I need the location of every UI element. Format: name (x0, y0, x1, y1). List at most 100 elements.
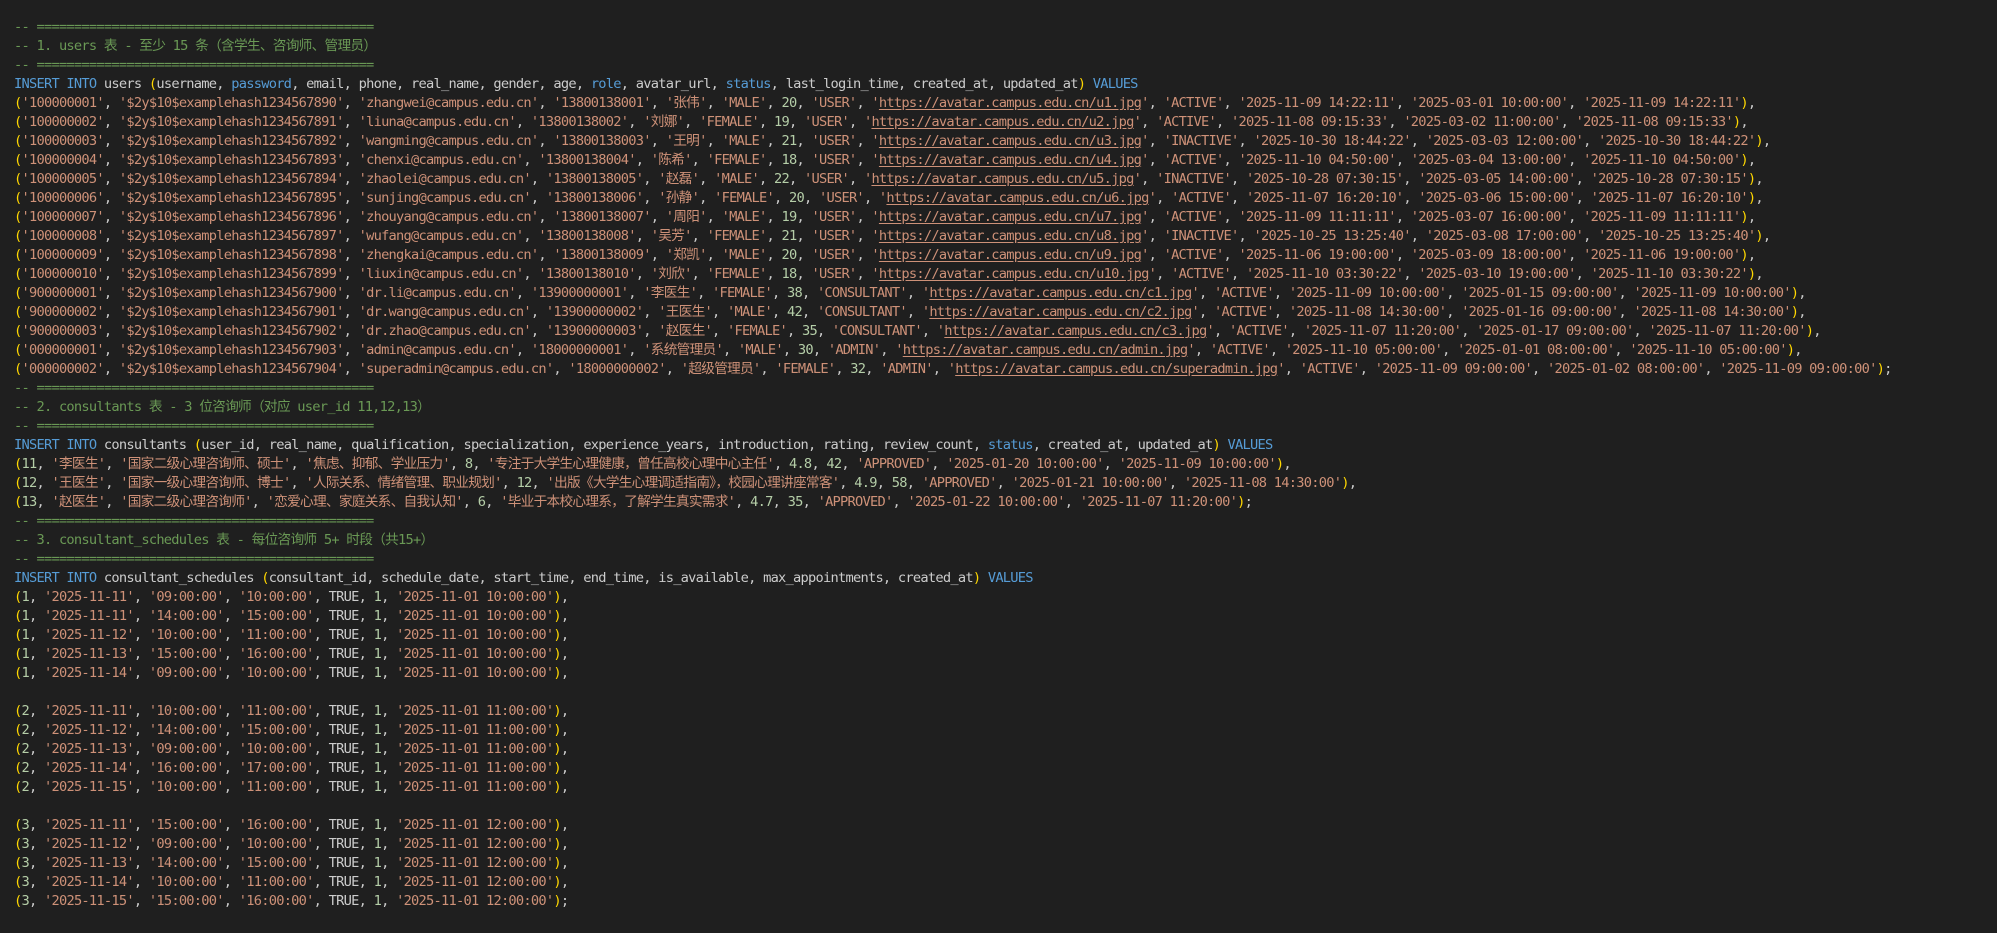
code-line[interactable]: ('000000002', '$2y$10$examplehash1234567… (14, 360, 1989, 379)
code-line[interactable]: (1, '2025-11-11', '09:00:00', '10:00:00'… (14, 588, 1989, 607)
code-line[interactable]: (3, '2025-11-13', '14:00:00', '15:00:00'… (14, 854, 1989, 873)
code-line[interactable]: ('100000006', '$2y$10$examplehash1234567… (14, 189, 1989, 208)
code-line[interactable]: ('000000001', '$2y$10$examplehash1234567… (14, 341, 1989, 360)
code-line[interactable]: (1, '2025-11-12', '10:00:00', '11:00:00'… (14, 626, 1989, 645)
code-token: , (538, 133, 554, 149)
code-token: '出版《大学生心理调适指南》，校园心理讲座常客' (546, 475, 841, 491)
code-line[interactable]: INSERT INTO consultant_schedules (consul… (14, 569, 1989, 588)
code-token: , (1223, 95, 1239, 111)
code-token: 'CONSULTANT' (816, 285, 908, 301)
code-token: , (530, 323, 546, 339)
code-line[interactable]: ('100000004', '$2y$10$examplehash1234567… (14, 151, 1989, 170)
code-link[interactable]: https://avatar.campus.edu.cn/admin.jpg (903, 342, 1188, 358)
code-line[interactable]: (1, '2025-11-14', '09:00:00', '10:00:00'… (14, 664, 1989, 683)
code-token: , (223, 589, 239, 605)
code-line[interactable]: -- 2. consultants 表 - 3 位咨询师（对应 user_id … (14, 398, 1989, 417)
code-line[interactable]: (3, '2025-11-14', '10:00:00', '11:00:00'… (14, 873, 1989, 892)
code-token: '王医生' (51, 475, 106, 491)
code-line[interactable]: -- =====================================… (14, 512, 1989, 531)
code-line[interactable]: ('100000007', '$2y$10$examplehash1234567… (14, 208, 1989, 227)
code-token: '2025-11-08 14:30:00' (1288, 304, 1447, 320)
code-line[interactable]: INSERT INTO users (username, password, e… (14, 75, 1989, 94)
code-line[interactable]: ('100000010', '$2y$10$examplehash1234567… (14, 265, 1989, 284)
code-line[interactable]: ('100000005', '$2y$10$examplehash1234567… (14, 170, 1989, 189)
code-token: 'MALE' (714, 171, 760, 187)
code-token: , (553, 361, 569, 377)
code-line[interactable]: (2, '2025-11-13', '09:00:00', '10:00:00'… (14, 740, 1989, 759)
code-link[interactable]: https://avatar.campus.edu.cn/u1.jpg (879, 95, 1142, 111)
code-token: ; (560, 893, 569, 909)
code-line[interactable]: (1, '2025-11-11', '14:00:00', '15:00:00'… (14, 607, 1989, 626)
code-link[interactable]: https://avatar.campus.edu.cn/u2.jpg (871, 114, 1134, 130)
code-token: , (1618, 304, 1634, 320)
code-line[interactable]: -- =====================================… (14, 56, 1989, 75)
code-line[interactable]: (2, '2025-11-12', '14:00:00', '15:00:00'… (14, 721, 1989, 740)
code-token: ( (14, 114, 22, 130)
code-line[interactable]: -- =====================================… (14, 379, 1989, 398)
code-line[interactable]: (2, '2025-11-15', '10:00:00', '11:00:00'… (14, 778, 1989, 797)
code-token: ) (1341, 475, 1349, 491)
code-token: , (1747, 95, 1756, 111)
code-line[interactable]: (3, '2025-11-15', '15:00:00', '16:00:00'… (14, 892, 1989, 911)
code-line[interactable]: -- =====================================… (14, 18, 1989, 37)
code-line[interactable]: ('100000001', '$2y$10$examplehash1234567… (14, 94, 1989, 113)
code-line[interactable]: (3, '2025-11-11', '15:00:00', '16:00:00'… (14, 816, 1989, 835)
code-line[interactable]: ('100000003', '$2y$10$examplehash1234567… (14, 132, 1989, 151)
code-token: ( (14, 722, 22, 738)
code-token: , (29, 779, 44, 795)
code-token: , (485, 494, 501, 510)
code-line[interactable]: INSERT INTO consultants (user_id, real_n… (14, 436, 1989, 455)
code-line[interactable]: (3, '2025-11-12', '09:00:00', '10:00:00'… (14, 835, 1989, 854)
code-line[interactable]: ('900000002', '$2y$10$examplehash1234567… (14, 303, 1989, 322)
code-line[interactable]: ​ (14, 683, 1989, 702)
code-token: 2 (21, 722, 30, 738)
code-link[interactable]: https://avatar.campus.edu.cn/u5.jpg (871, 171, 1134, 187)
code-token: '$2y$10$examplehash1234567904' (118, 361, 344, 377)
code-token: ( (14, 817, 22, 833)
code-line[interactable]: (2, '2025-11-11', '10:00:00', '11:00:00'… (14, 702, 1989, 721)
code-line[interactable]: -- 1. users 表 - 至少 15 条（含学生、咨询师、管理员） (14, 37, 1989, 56)
code-link[interactable]: https://avatar.campus.edu.cn/c1.jpg (929, 285, 1192, 301)
code-line[interactable]: -- 3. consultant_schedules 表 - 每位咨询师 5+ … (14, 531, 1989, 550)
code-line[interactable]: ​ (14, 797, 1989, 816)
code-token: ( (14, 190, 22, 206)
code-line[interactable]: (1, '2025-11-13', '15:00:00', '16:00:00'… (14, 645, 1989, 664)
code-token: '09:00:00' (148, 665, 225, 681)
code-link[interactable]: https://avatar.campus.edu.cn/u9.jpg (879, 247, 1142, 263)
code-link[interactable]: https://avatar.campus.edu.cn/c2.jpg (929, 304, 1192, 320)
code-token: , (856, 209, 872, 225)
code-link[interactable]: https://avatar.campus.edu.cn/u7.jpg (879, 209, 1142, 225)
code-token: , created_at, updated_at (1032, 437, 1214, 453)
code-link[interactable]: https://avatar.campus.edu.cn/superadmin.… (955, 361, 1278, 377)
code-line[interactable]: -- =====================================… (14, 550, 1989, 569)
code-line[interactable]: (11, '李医生', '国家二级心理咨询师、硕士', '焦虑、抑郁、学业压力'… (14, 455, 1989, 474)
code-line[interactable]: ('100000008', '$2y$10$examplehash1234567… (14, 227, 1989, 246)
code-token: , (1755, 171, 1763, 187)
code-token: INSERT INTO (14, 76, 97, 92)
code-line[interactable]: (2, '2025-11-14', '16:00:00', '17:00:00'… (14, 759, 1989, 778)
code-editor[interactable]: -- =====================================… (14, 18, 1989, 911)
code-line[interactable]: -- =====================================… (14, 417, 1989, 436)
code-link[interactable]: https://avatar.campus.edu.cn/u6.jpg (886, 190, 1149, 206)
code-line[interactable]: (12, '王医生', '国家一级心理咨询师、博士', '人际关系、情绪管理、职… (14, 474, 1989, 493)
code-line[interactable]: ('100000002', '$2y$10$examplehash1234567… (14, 113, 1989, 132)
code-token: , (29, 874, 44, 890)
code-link[interactable]: https://avatar.campus.edu.cn/u10.jpg (879, 266, 1149, 282)
code-token: , (343, 133, 359, 149)
code-line[interactable]: ('900000001', '$2y$10$examplehash1234567… (14, 284, 1989, 303)
code-token: , (223, 665, 239, 681)
code-token: 'USER' (818, 190, 865, 206)
code-token: , (1283, 456, 1291, 472)
code-link[interactable]: https://avatar.campus.edu.cn/u8.jpg (879, 228, 1142, 244)
code-line[interactable]: (13, '赵医生', '国家二级心理咨询师', '恋爱心理、家庭关系、自我认知… (14, 493, 1989, 512)
code-line[interactable]: ('100000009', '$2y$10$examplehash1234567… (14, 246, 1989, 265)
code-line[interactable]: ('900000003', '$2y$10$examplehash1234567… (14, 322, 1989, 341)
code-token: , (223, 608, 239, 624)
code-token: , (1442, 342, 1458, 358)
code-token: , (1794, 342, 1802, 358)
code-token: '2025-03-10 19:00:00' (1418, 266, 1576, 282)
code-link[interactable]: https://avatar.campus.edu.cn/c3.jpg (944, 323, 1207, 339)
code-link[interactable]: https://avatar.campus.edu.cn/u3.jpg (879, 133, 1142, 149)
code-link[interactable]: https://avatar.campus.edu.cn/u4.jpg (879, 152, 1142, 168)
code-token: status (987, 437, 1034, 453)
